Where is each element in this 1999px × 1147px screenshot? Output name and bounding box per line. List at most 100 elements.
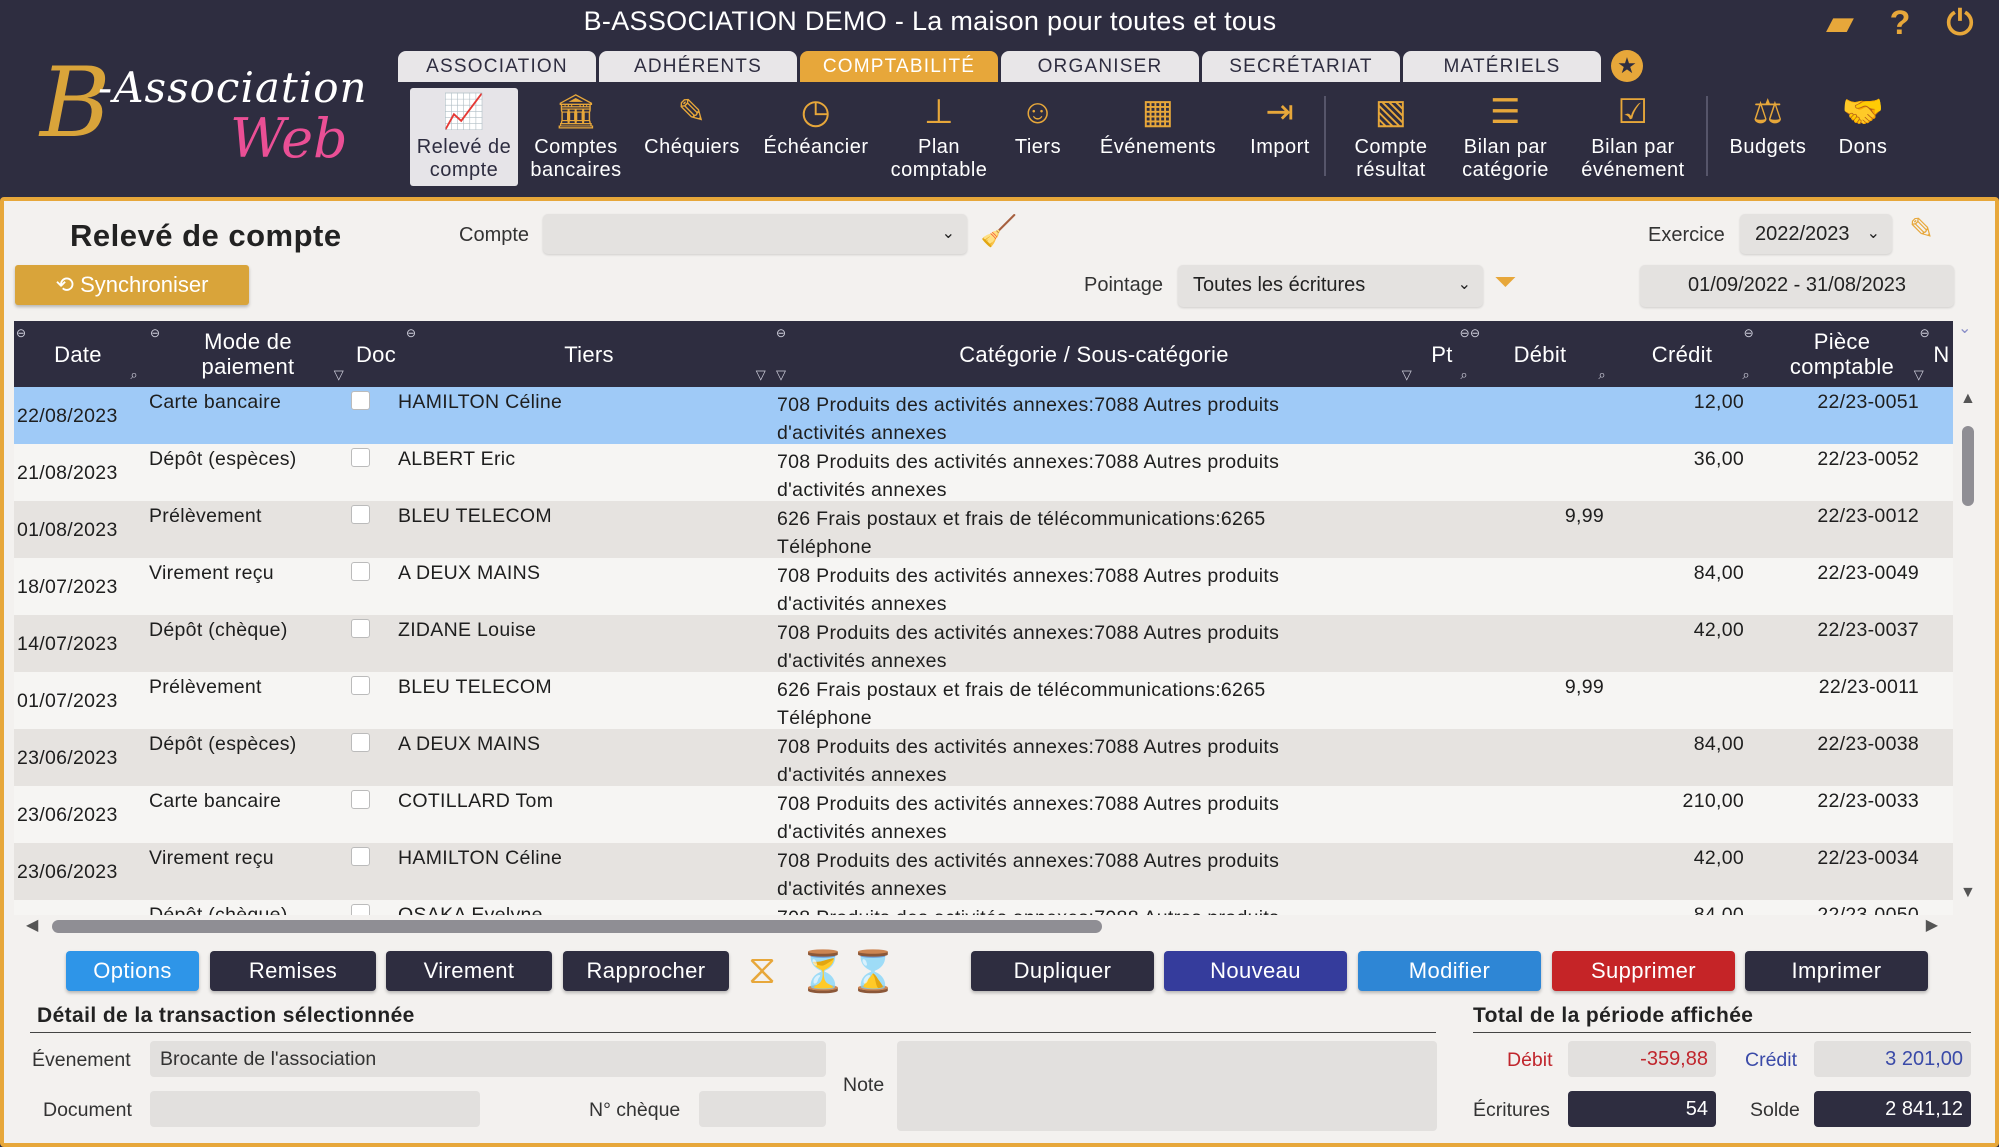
- table-row[interactable]: 18/07/2023 Virement reçu A DEUX MAINS 70…: [14, 558, 1953, 615]
- tool-releve-compte[interactable]: 📈 Relevé de compte: [410, 88, 518, 186]
- table-row[interactable]: 23/06/2023 Dépôt (espèces) A DEUX MAINS …: [14, 729, 1953, 786]
- col-pt[interactable]: ⊖ Pt ⌕: [1414, 321, 1470, 387]
- options-button[interactable]: Options: [66, 951, 199, 991]
- tool-chequiers[interactable]: ✎ Chéquiers: [638, 88, 746, 186]
- totals-title: Total de la période affichée: [1473, 1004, 1754, 1027]
- note-textarea[interactable]: [897, 1041, 1437, 1131]
- favorite-star-icon[interactable]: ★: [1611, 50, 1643, 82]
- col-doc[interactable]: Doc: [348, 321, 404, 387]
- tool-dons[interactable]: 🤝 Dons: [1828, 88, 1898, 186]
- scroll-left-icon[interactable]: ◀: [26, 915, 38, 935]
- col-debit[interactable]: ⊖ Débit ⌕: [1470, 321, 1610, 387]
- vertical-scrollbar[interactable]: ▲ ▼: [1958, 390, 1980, 902]
- power-icon[interactable]: ⏻: [1941, 4, 1979, 42]
- table-row[interactable]: Dépôt (chèque) OSAKA Evelyne 708 Produit…: [14, 900, 1953, 915]
- col-categorie[interactable]: ⊖ Catégorie / Sous-catégorie ▽ ▽: [774, 321, 1414, 387]
- virement-button[interactable]: Virement: [386, 951, 552, 991]
- table-row[interactable]: 23/06/2023 Carte bancaire COTILLARD Tom …: [14, 786, 1953, 843]
- col-piece[interactable]: ⊖ Pièce comptable ▽: [1754, 321, 1930, 387]
- doc-checkbox[interactable]: [351, 733, 371, 790]
- filter-icon[interactable]: ▽: [776, 362, 786, 387]
- search-icon[interactable]: ⌕: [1742, 362, 1750, 387]
- tab-organiser[interactable]: ORGANISER: [1001, 51, 1199, 82]
- scroll-down-icon[interactable]: ▼: [1960, 884, 1976, 902]
- doc-checkbox[interactable]: [351, 676, 371, 733]
- compte-select[interactable]: ⌄: [543, 214, 967, 254]
- tool-tiers[interactable]: ☺ Tiers: [1008, 88, 1068, 186]
- modifier-button[interactable]: Modifier: [1358, 951, 1541, 991]
- table-row[interactable]: 23/06/2023 Virement reçu HAMILTON Céline…: [14, 843, 1953, 900]
- search-icon[interactable]: ⌕: [130, 362, 138, 387]
- tool-echeancier[interactable]: ◷ Échéancier: [756, 88, 876, 186]
- tool-comptes-bancaires[interactable]: 🏛 Comptes bancaires: [526, 88, 626, 186]
- imprimer-button[interactable]: Imprimer: [1745, 951, 1928, 991]
- doc-checkbox[interactable]: [351, 505, 371, 562]
- scroll-up-icon[interactable]: ▲: [1960, 390, 1976, 408]
- tab-comptabilite[interactable]: COMPTABILITÉ: [800, 51, 998, 82]
- filter-icon[interactable]: ▽: [1402, 362, 1412, 387]
- table-row[interactable]: 01/07/2023 Prélèvement BLEU TELECOM 626 …: [14, 672, 1953, 729]
- nouveau-button[interactable]: Nouveau: [1164, 951, 1347, 991]
- filter-icon[interactable]: ▽: [334, 362, 344, 387]
- supprimer-button[interactable]: Supprimer: [1552, 951, 1735, 991]
- help-icon[interactable]: ?: [1881, 4, 1919, 42]
- filter-icon[interactable]: ▽: [756, 362, 766, 387]
- cat-line1: 626 Frais postaux et frais de télécommun…: [777, 508, 1266, 530]
- scroll-thumb[interactable]: [52, 920, 1102, 933]
- document-field[interactable]: [150, 1091, 480, 1127]
- clear-brush-icon[interactable]: 🧹: [980, 214, 1017, 249]
- doc-checkbox[interactable]: [351, 847, 371, 904]
- hourglass-half-icon[interactable]: ⏳: [798, 948, 848, 995]
- tool-bilan-evenement[interactable]: ☑ Bilan par événement: [1568, 88, 1698, 186]
- hourglass-empty-icon[interactable]: ⧖: [748, 948, 776, 993]
- table-row[interactable]: 01/08/2023 Prélèvement BLEU TELECOM 626 …: [14, 501, 1953, 558]
- book-icon[interactable]: ▰: [1821, 4, 1859, 42]
- remises-button[interactable]: Remises: [210, 951, 376, 991]
- tool-compte-resultat[interactable]: ▧ Compte résultat: [1336, 88, 1446, 186]
- cell-tiers: HAMILTON Céline: [398, 847, 563, 869]
- period-range[interactable]: 01/09/2022 - 31/08/2023: [1640, 265, 1954, 307]
- horizontal-scrollbar[interactable]: ◀ ▶: [22, 915, 1942, 937]
- doc-checkbox[interactable]: [351, 904, 371, 915]
- col-tiers[interactable]: ⊖ Tiers ▽: [404, 321, 774, 387]
- table-row[interactable]: 22/08/2023 Carte bancaire HAMILTON Célin…: [14, 387, 1953, 444]
- doc-checkbox[interactable]: [351, 391, 371, 448]
- tool-import[interactable]: ⇥ Import: [1240, 88, 1320, 186]
- tab-association[interactable]: ASSOCIATION: [398, 51, 596, 82]
- evenement-field[interactable]: Brocante de l'association: [150, 1041, 826, 1077]
- tab-adherents[interactable]: ADHÉRENTS: [599, 51, 797, 82]
- tool-evenements[interactable]: ▦ Événements: [1088, 88, 1228, 186]
- clear-filter-icon[interactable]: ⏷: [1494, 266, 1516, 299]
- pointage-select[interactable]: Toutes les écritures ⌄: [1178, 265, 1483, 307]
- tab-secretariat[interactable]: SECRÉTARIAT: [1202, 51, 1400, 82]
- doc-checkbox[interactable]: [351, 619, 371, 676]
- doc-checkbox[interactable]: [351, 562, 371, 619]
- col-date[interactable]: ⊖ Date ⌕: [14, 321, 142, 387]
- col-credit[interactable]: ⊖ Crédit ⌕: [1610, 321, 1754, 387]
- rapprocher-button[interactable]: Rapprocher: [563, 951, 729, 991]
- doc-checkbox[interactable]: [351, 790, 371, 847]
- cat-line1: 626 Frais postaux et frais de télécommun…: [777, 679, 1266, 701]
- edit-pencil-icon[interactable]: ✎: [1909, 212, 1934, 247]
- collapse-chevron-icon[interactable]: ⌄: [1958, 318, 1971, 338]
- tool-plan-comptable[interactable]: ⊥ Plan comptable: [884, 88, 994, 186]
- scroll-thumb[interactable]: [1962, 426, 1974, 506]
- dupliquer-button[interactable]: Dupliquer: [971, 951, 1154, 991]
- cheque-field[interactable]: [699, 1091, 826, 1127]
- col-mode[interactable]: ⊖ Mode de paiement ▽: [148, 321, 348, 387]
- tool-bilan-categorie[interactable]: ☰ Bilan par catégorie: [1448, 88, 1563, 186]
- hourglass-full-icon[interactable]: ⌛: [848, 948, 898, 995]
- tool-budgets[interactable]: ⚖ Budgets: [1718, 88, 1818, 186]
- table-row[interactable]: 14/07/2023 Dépôt (chèque) ZIDANE Louise …: [14, 615, 1953, 672]
- exercice-label: Exercice: [1648, 224, 1725, 246]
- scroll-right-icon[interactable]: ▶: [1926, 915, 1938, 935]
- search-icon[interactable]: ⌕: [1460, 362, 1468, 387]
- doc-checkbox[interactable]: [351, 448, 371, 505]
- tab-materiels[interactable]: MATÉRIELS: [1403, 51, 1601, 82]
- search-icon[interactable]: ⌕: [1598, 362, 1606, 387]
- col-more[interactable]: N: [1930, 321, 1953, 387]
- filter-icon[interactable]: ▽: [1914, 362, 1924, 387]
- exercice-select[interactable]: 2022/2023 ⌄: [1740, 214, 1892, 254]
- table-row[interactable]: 21/08/2023 Dépôt (espèces) ALBERT Eric 7…: [14, 444, 1953, 501]
- synchronize-button[interactable]: ⟲ Synchroniser: [15, 265, 249, 305]
